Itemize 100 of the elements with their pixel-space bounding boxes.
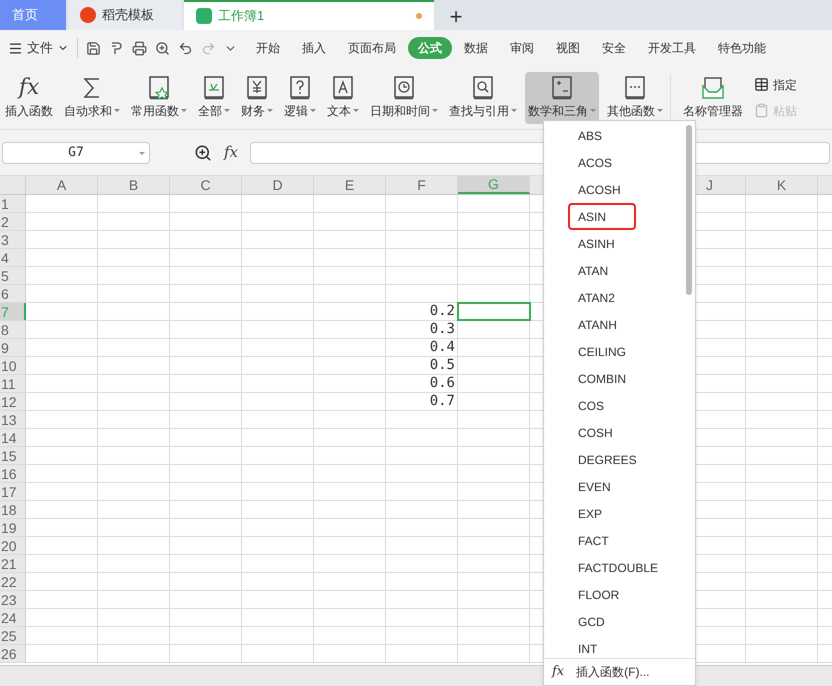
table-cell[interactable]: 0.4: [386, 339, 458, 356]
row-header[interactable]: 12: [0, 393, 26, 410]
menu-tab[interactable]: 数据: [454, 37, 498, 59]
row-header[interactable]: 8: [0, 321, 26, 338]
function-menu-item[interactable]: EVEN: [568, 473, 621, 500]
menu-tab[interactable]: 插入: [292, 37, 336, 59]
function-menu-item[interactable]: COSH: [568, 419, 623, 446]
column-header[interactable]: B: [98, 176, 170, 194]
scrollbar-thumb[interactable]: [686, 125, 692, 295]
ribbon-button[interactable]: 数学和三角: [525, 72, 599, 124]
function-menu-item[interactable]: GCD: [568, 608, 615, 635]
function-icon[interactable]: fx: [224, 141, 238, 164]
file-menu[interactable]: 文件: [0, 38, 73, 58]
table-cell[interactable]: 0.3: [386, 321, 458, 338]
ribbon-button[interactable]: 全部: [195, 72, 233, 124]
print-preview-icon[interactable]: [155, 40, 170, 56]
function-menu-item[interactable]: ATAN2: [568, 284, 625, 311]
menu-tab[interactable]: 页面布局: [338, 37, 406, 59]
function-menu-item[interactable]: FACT: [568, 527, 619, 554]
function-menu-item[interactable]: ABS: [568, 122, 612, 149]
function-menu-item[interactable]: EXP: [568, 500, 612, 527]
function-menu-item[interactable]: ACOSH: [568, 176, 631, 203]
menu-tab[interactable]: 视图: [546, 37, 590, 59]
row-header[interactable]: 23: [0, 591, 26, 608]
row-header[interactable]: 9: [0, 339, 26, 356]
save-icon[interactable]: [86, 40, 101, 56]
row-header[interactable]: 5: [0, 267, 26, 284]
row-header[interactable]: 2: [0, 213, 26, 230]
function-menu-item[interactable]: ATANH: [568, 311, 627, 338]
function-menu-item[interactable]: DEGREES: [568, 446, 647, 473]
menu-tab[interactable]: 开始: [246, 37, 290, 59]
zoom-icon[interactable]: [194, 144, 212, 162]
row-header[interactable]: 17: [0, 483, 26, 500]
table-cell[interactable]: 0.2: [386, 303, 458, 320]
document-tab[interactable]: 稻壳模板: [68, 0, 182, 30]
column-header[interactable]: D: [242, 176, 314, 194]
row-header[interactable]: 25: [0, 627, 26, 644]
function-menu-item[interactable]: COS: [568, 392, 614, 419]
star-book-icon: [148, 76, 170, 100]
row-header[interactable]: 20: [0, 537, 26, 554]
row-header[interactable]: 4: [0, 249, 26, 266]
row-header[interactable]: 11: [0, 375, 26, 392]
row-header[interactable]: 16: [0, 465, 26, 482]
column-header[interactable]: A: [26, 176, 98, 194]
table-icon: [754, 77, 769, 92]
undo-icon[interactable]: [178, 40, 193, 56]
selected-cell[interactable]: [458, 303, 530, 320]
function-menu-item[interactable]: CEILING: [568, 338, 636, 365]
ribbon-button[interactable]: 查找与引用: [446, 72, 520, 124]
new-tab-button[interactable]: +: [436, 0, 476, 30]
caret-icon: [590, 109, 596, 112]
name-box[interactable]: G7: [2, 142, 150, 164]
ribbon-button[interactable]: 日期和时间: [367, 72, 441, 124]
caret-icon: [353, 109, 359, 112]
caret-icon: [511, 109, 517, 112]
row-header[interactable]: 26: [0, 645, 26, 662]
column-header[interactable]: E: [314, 176, 386, 194]
row-header[interactable]: 14: [0, 429, 26, 446]
clipboard-icon: [754, 103, 769, 118]
column-header[interactable]: C: [170, 176, 242, 194]
row-header[interactable]: 6: [0, 285, 26, 302]
row-header[interactable]: 22: [0, 573, 26, 590]
ribbon-button[interactable]: 文本: [324, 72, 362, 124]
function-menu-item[interactable]: COMBIN: [568, 365, 636, 392]
document-tab[interactable]: 工作簿1: [184, 0, 434, 30]
print-icon[interactable]: [132, 40, 147, 56]
function-menu-item[interactable]: ASIN: [568, 203, 636, 230]
letter-book-icon: [332, 76, 354, 100]
ribbon-button[interactable]: 自动求和: [61, 72, 123, 124]
ribbon-button[interactable]: fx 插入函数: [2, 72, 56, 124]
menu-tab[interactable]: 特色功能: [708, 37, 776, 59]
function-menu-item[interactable]: INT: [568, 635, 608, 658]
function-menu-item[interactable]: ATAN: [568, 257, 618, 284]
ribbon-button[interactable]: 名称管理器: [680, 72, 746, 124]
table-cell[interactable]: 0.6: [386, 375, 458, 392]
ribbon-button[interactable]: 财务: [238, 72, 276, 124]
row-header[interactable]: 15: [0, 447, 26, 464]
column-header[interactable]: K: [746, 176, 818, 194]
menu-tab[interactable]: 安全: [592, 37, 636, 59]
caret-icon: [432, 109, 438, 112]
insert-function-item[interactable]: fx 插入函数(F)...: [544, 658, 695, 685]
ribbon-button[interactable]: 逻辑: [281, 72, 319, 124]
ribbon-small-button[interactable]: 指定: [754, 76, 797, 94]
row-header[interactable]: 3: [0, 231, 26, 248]
row-header[interactable]: 21: [0, 555, 26, 572]
row-header[interactable]: 18: [0, 501, 26, 518]
row-header[interactable]: 10: [0, 357, 26, 374]
ribbon-button[interactable]: 常用函数: [128, 72, 190, 124]
row-header[interactable]: 24: [0, 609, 26, 626]
function-menu-item[interactable]: ACOS: [568, 149, 622, 176]
function-menu-item[interactable]: FACTDOUBLE: [568, 554, 668, 581]
menu-tab[interactable]: 审阅: [500, 37, 544, 59]
function-menu-item[interactable]: ASINH: [568, 230, 625, 257]
menu-tab[interactable]: 开发工具: [638, 37, 706, 59]
table-cell[interactable]: 0.7: [386, 393, 458, 410]
table-cell[interactable]: 0.5: [386, 357, 458, 374]
function-menu-item[interactable]: FLOOR: [568, 581, 630, 608]
row-header[interactable]: 13: [0, 411, 26, 428]
row-header[interactable]: 19: [0, 519, 26, 536]
row-header[interactable]: 1: [0, 195, 26, 212]
